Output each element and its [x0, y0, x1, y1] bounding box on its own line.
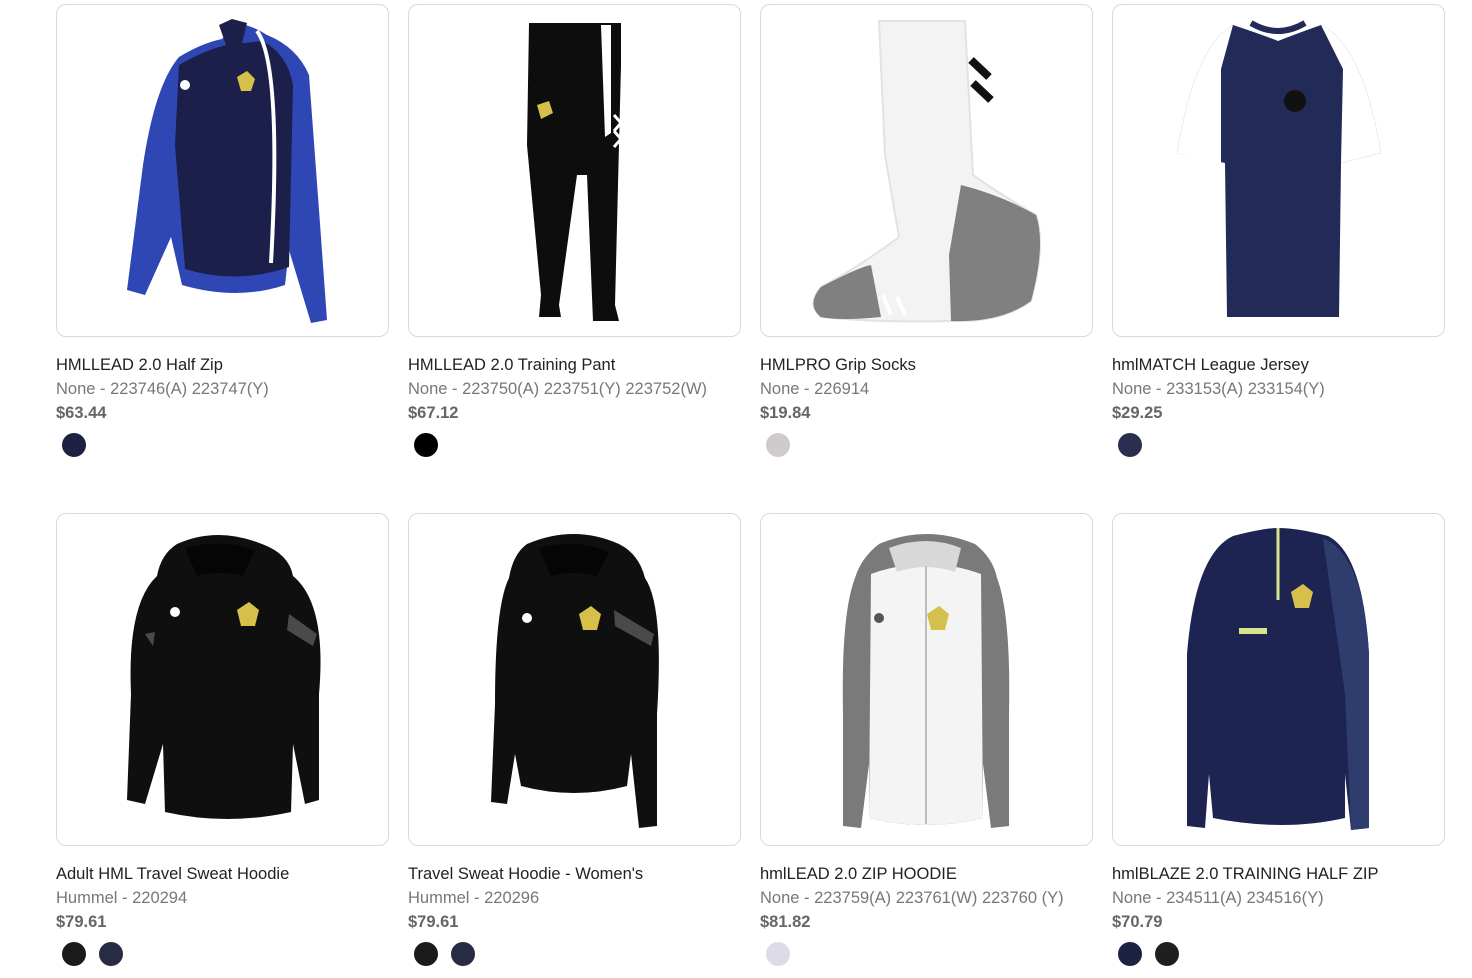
product-card[interactable]: Travel Sweat Hoodie - Women's Hummel - 2… [408, 513, 741, 978]
color-swatches [408, 433, 741, 457]
color-swatch[interactable] [766, 433, 790, 457]
color-swatch[interactable] [451, 942, 475, 966]
product-card[interactable]: HMLLEAD 2.0 Half Zip None - 223746(A) 22… [56, 4, 389, 469]
product-sku: None - 233153(A) 233154(Y) [1112, 380, 1325, 398]
product-price: $79.61 [56, 913, 107, 931]
color-swatch[interactable] [1155, 942, 1179, 966]
product-sku: None - 234511(A) 234516(Y) [1112, 889, 1324, 907]
product-image[interactable] [760, 4, 1093, 337]
product-price: $67.12 [408, 404, 459, 422]
color-swatch[interactable] [1118, 433, 1142, 457]
product-price: $63.44 [56, 404, 107, 422]
color-swatches [1112, 942, 1445, 966]
product-sku: None - 223750(A) 223751(Y) 223752(W) [408, 380, 708, 398]
product-image[interactable] [1112, 4, 1445, 337]
color-swatch[interactable] [62, 942, 86, 966]
product-name[interactable]: HMLLEAD 2.0 Training Pant [408, 354, 741, 376]
product-name[interactable]: Adult HML Travel Sweat Hoodie [56, 863, 389, 885]
color-swatch[interactable] [766, 942, 790, 966]
zip-hoodie-image [842, 534, 1010, 828]
product-card[interactable]: hmlBLAZE 2.0 TRAINING HALF ZIP None - 23… [1112, 513, 1445, 978]
color-swatches [56, 942, 389, 966]
product-card[interactable]: Adult HML Travel Sweat Hoodie Hummel - 2… [56, 513, 389, 978]
product-price: $19.84 [760, 404, 811, 422]
color-swatch[interactable] [414, 433, 438, 457]
product-image[interactable] [408, 513, 741, 846]
product-price: $81.82 [760, 913, 811, 931]
color-swatches [408, 942, 741, 966]
product-sku: None - 223746(A) 223747(Y) [56, 380, 269, 398]
travel-hoodie-image [127, 535, 321, 819]
product-name[interactable]: Travel Sweat Hoodie - Women's [408, 863, 741, 885]
color-swatch[interactable] [62, 433, 86, 457]
product-card[interactable]: HMLLEAD 2.0 Training Pant None - 223750(… [408, 4, 741, 469]
color-swatch[interactable] [414, 942, 438, 966]
product-grid: HMLLEAD 2.0 Half Zip None - 223746(A) 22… [56, 4, 1445, 978]
color-swatch[interactable] [99, 942, 123, 966]
product-name[interactable]: hmlMATCH League Jersey [1112, 354, 1445, 376]
product-price: $29.25 [1112, 404, 1163, 422]
product-image[interactable] [1112, 513, 1445, 846]
product-image[interactable] [760, 513, 1093, 846]
product-image[interactable] [56, 513, 389, 846]
league-jersey-image [1177, 20, 1381, 317]
product-card[interactable]: hmlMATCH League Jersey None - 233153(A) … [1112, 4, 1445, 469]
color-swatches [1112, 433, 1445, 457]
color-swatches [760, 433, 1093, 457]
product-image[interactable] [408, 4, 741, 337]
product-name[interactable]: hmlLEAD 2.0 ZIP HOODIE [760, 863, 1093, 885]
product-name[interactable]: HMLPRO Grip Socks [760, 354, 1093, 376]
color-swatches [56, 433, 389, 457]
product-image[interactable] [56, 4, 389, 337]
color-swatches [760, 942, 1093, 966]
grip-sock-image [812, 20, 1041, 323]
product-name[interactable]: HMLLEAD 2.0 Half Zip [56, 354, 389, 376]
womens-hoodie-image [491, 534, 659, 828]
product-sku: Hummel - 220296 [408, 889, 540, 907]
half-zip-top-image [127, 19, 327, 323]
product-card[interactable]: HMLPRO Grip Socks None - 226914 $19.84 [760, 4, 1093, 469]
product-sku: None - 226914 [760, 380, 870, 398]
product-name[interactable]: hmlBLAZE 2.0 TRAINING HALF ZIP [1112, 863, 1445, 885]
product-price: $79.61 [408, 913, 459, 931]
product-sku: Hummel - 220294 [56, 889, 188, 907]
blaze-half-zip-image [1187, 528, 1369, 830]
color-swatch[interactable] [1118, 942, 1142, 966]
product-card[interactable]: hmlLEAD 2.0 ZIP HOODIE None - 223759(A) … [760, 513, 1093, 978]
product-sku: None - 223759(A) 223761(W) 223760 (Y) [760, 889, 1064, 907]
product-price: $70.79 [1112, 913, 1163, 931]
training-pant-image [527, 23, 623, 321]
